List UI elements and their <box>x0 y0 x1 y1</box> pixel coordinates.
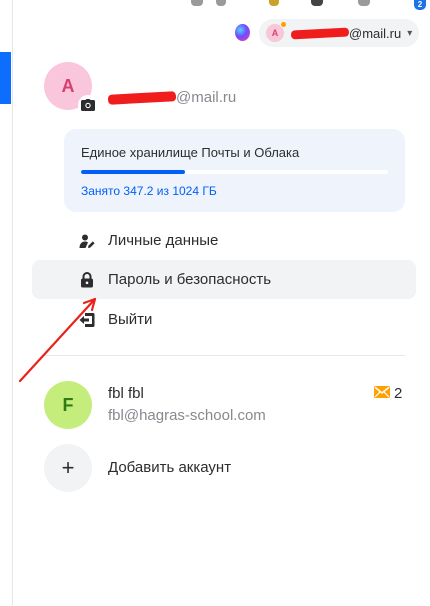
marusia-icon[interactable] <box>235 24 250 41</box>
notification-badge: 2 <box>414 0 426 10</box>
account-chip[interactable]: A @mail.ru ▾ <box>259 19 419 47</box>
profile-email-suffix: @mail.ru <box>176 89 237 106</box>
storage-title: Единое хранилище Почты и Облака <box>81 145 300 160</box>
storage-card[interactable]: Единое хранилище Почты и Облака Занято 3… <box>64 129 405 212</box>
chip-email-suffix: @mail.ru <box>349 25 402 41</box>
chevron-down-icon: ▾ <box>407 27 413 39</box>
lock-icon <box>79 271 95 288</box>
plus-icon: + <box>61 455 75 480</box>
camera-icon[interactable] <box>78 95 98 115</box>
toolbar-icon[interactable] <box>216 0 226 6</box>
account-email[interactable]: fbl@hagras-school.com <box>108 407 266 424</box>
chip-email: @mail.ru <box>290 25 402 41</box>
storage-used-text: Занято 347.2 из 1024 ГБ <box>81 184 217 198</box>
toolbar-icon[interactable] <box>311 0 323 6</box>
account-name[interactable]: fbl fbl <box>108 385 144 402</box>
unread-count: 2 <box>394 385 403 402</box>
mail-header: A @mail.ru ▾ <box>13 14 430 54</box>
menu-item-logout[interactable]: Выйти <box>32 300 416 339</box>
logout-icon <box>79 312 95 328</box>
browser-toolbar-strip: 2 <box>13 0 430 10</box>
menu-item-personal-data[interactable]: Личные данные <box>32 221 416 260</box>
add-account-label[interactable]: Добавить аккаунт <box>108 459 231 476</box>
add-account-button[interactable]: + <box>44 444 92 492</box>
background-compose-button[interactable] <box>0 52 11 104</box>
storage-progress-bar <box>81 170 388 174</box>
account-avatar[interactable]: F <box>44 381 92 429</box>
redaction-mark <box>290 26 350 40</box>
profile-avatar-letter: A <box>61 75 75 96</box>
status-dot <box>280 21 287 28</box>
redaction-mark <box>107 90 177 105</box>
chip-avatar: A <box>266 21 287 42</box>
menu-label-password-security: Пароль и безопасность <box>108 271 272 288</box>
profile-email: @mail.ru <box>107 89 237 106</box>
account-menu-page: 2 A @mail.ru ▾ A @mail.ru Единое хранили… <box>0 0 430 606</box>
envelope-icon <box>374 385 390 402</box>
toolbar-icon[interactable] <box>358 0 370 6</box>
toolbar-icon[interactable] <box>269 0 279 6</box>
chip-avatar-letter: A <box>271 28 279 38</box>
account-avatar-letter: F <box>62 394 74 415</box>
menu-item-password-security[interactable]: Пароль и безопасность <box>32 260 416 299</box>
unread-indicator[interactable]: 2 <box>374 385 402 402</box>
toolbar-icon[interactable] <box>191 0 203 6</box>
panel-edge <box>12 0 13 606</box>
user-edit-icon <box>79 233 95 249</box>
menu-label-personal-data: Личные данные <box>108 232 219 249</box>
menu-divider <box>44 355 405 356</box>
storage-progress-fill <box>81 170 186 174</box>
menu-label-logout: Выйти <box>108 311 153 328</box>
